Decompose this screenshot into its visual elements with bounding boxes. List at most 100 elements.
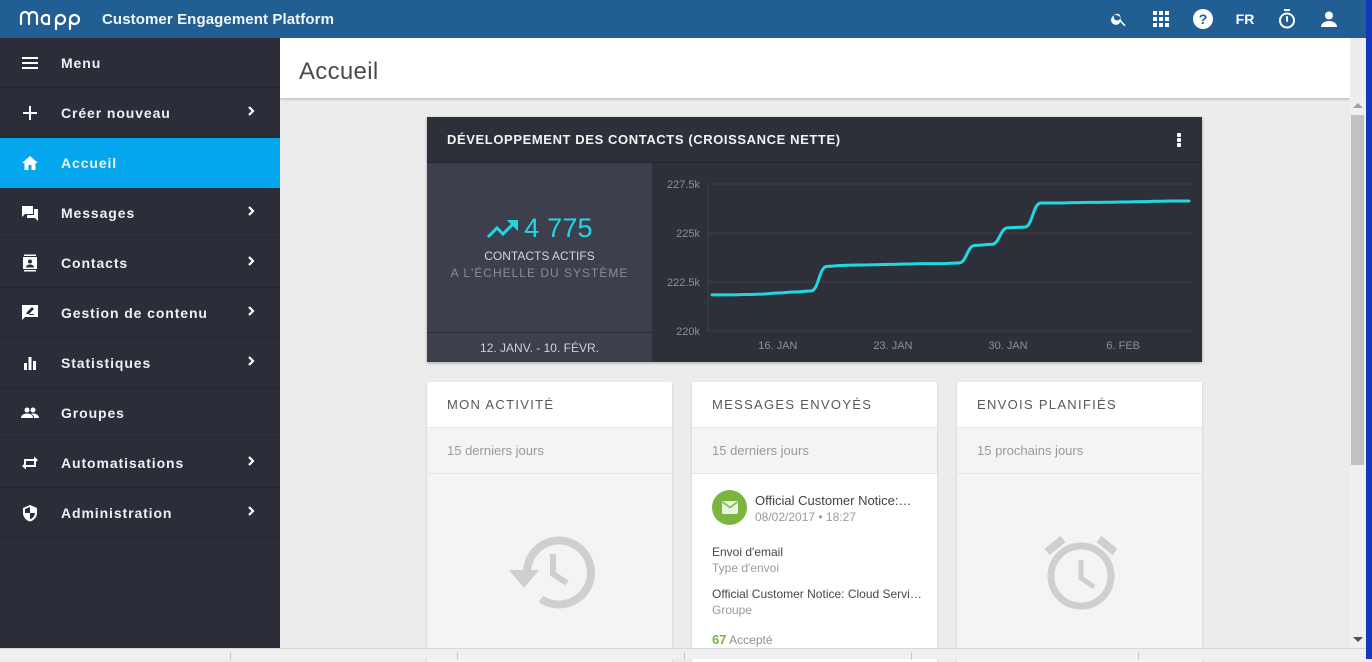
widget-menu-button[interactable] <box>1172 133 1186 149</box>
send-type-value: Envoi d'email <box>712 545 922 559</box>
sidebar-item-menu[interactable]: Menu <box>0 38 280 88</box>
sidebar-item-label: Groupes <box>61 405 125 421</box>
chevron-right-icon <box>244 504 258 518</box>
top-bar: Customer Engagement Platform ? FR <box>0 0 1366 38</box>
timer-button[interactable] <box>1266 0 1308 38</box>
series-line <box>712 201 1189 295</box>
sidebar-item-contacts[interactable]: Contacts <box>0 238 280 288</box>
chevron-right-icon <box>244 354 258 368</box>
card-body: Official Customer Notice: Cloud Service … <box>692 474 937 662</box>
net-growth-number: 4 775 <box>524 213 593 244</box>
account-button[interactable] <box>1308 0 1350 38</box>
app-title: Customer Engagement Platform <box>102 11 334 28</box>
y-tick-label: 220k <box>676 326 700 338</box>
email-icon <box>722 501 738 514</box>
chevron-right-icon <box>244 304 258 318</box>
scroll-down-arrow[interactable] <box>1353 637 1363 642</box>
card-body <box>427 474 672 662</box>
sidebar-item-label: Messages <box>61 205 135 221</box>
people-icon <box>21 404 39 422</box>
sidebar-item-label: Contacts <box>61 255 128 271</box>
chevron-right-icon <box>244 104 258 118</box>
contacts-development-widget: DÉVELOPPEMENT DES CONTACTS (CROISSANCE N… <box>427 117 1202 362</box>
y-tick-label: 227.5k <box>667 179 701 191</box>
sidebar-item-statistics[interactable]: Statistiques <box>0 338 280 388</box>
contacts-line-chart: 220k 222.5k 225k 227.5k 16. JAN 23. JAN 30. JA… <box>652 163 1202 362</box>
sent-messages-card: MESSAGES ENVOYÉS 15 derniers jours Offic… <box>692 382 937 662</box>
chevron-right-icon <box>244 454 258 468</box>
widget-header: DÉVELOPPEMENT DES CONTACTS (CROISSANCE N… <box>427 117 1202 163</box>
kpi-label-secondary: A L'ÉCHELLE DU SYSTÈME <box>427 266 652 280</box>
sidebar-item-automations[interactable]: Automatisations <box>0 438 280 488</box>
sidebar-item-label: Menu <box>61 55 101 71</box>
scheduled-sends-card: ENVOIS PLANIFIÉS 15 prochains jours <box>957 382 1202 662</box>
apps-grid-icon <box>1153 11 1169 27</box>
sidebar: Menu Créer nouveau Accueil Messages Cont… <box>0 38 280 659</box>
card-subtitle: 15 derniers jours <box>427 428 672 474</box>
home-icon <box>21 154 39 172</box>
scrollbar-thumb[interactable] <box>1351 115 1364 465</box>
hamburger-icon <box>21 54 39 72</box>
mapp-logo[interactable] <box>19 7 87 31</box>
sidebar-item-create-new[interactable]: Créer nouveau <box>0 88 280 138</box>
plus-icon <box>21 104 39 122</box>
search-icon <box>1110 10 1128 28</box>
message-date: 08/02/2017 • 18:27 <box>755 510 856 524</box>
apps-button[interactable] <box>1140 0 1182 38</box>
activity-card: MON ACTIVITÉ 15 derniers jours <box>427 382 672 662</box>
sidebar-item-content-management[interactable]: Gestion de contenu <box>0 288 280 338</box>
search-button[interactable] <box>1098 0 1140 38</box>
sidebar-item-label: Statistiques <box>61 355 151 371</box>
y-tick-label: 225k <box>676 228 700 240</box>
alarm-clock-icon <box>1037 532 1125 612</box>
sidebar-item-groups[interactable]: Groupes <box>0 388 280 438</box>
x-tick-label: 23. JAN <box>873 340 912 352</box>
card-title: MESSAGES ENVOYÉS <box>692 382 937 428</box>
card-title: ENVOIS PLANIFIÉS <box>957 382 1202 428</box>
language-switch[interactable]: FR <box>1224 0 1266 38</box>
help-icon: ? <box>1193 9 1213 29</box>
date-range: 12. JANV. - 10. FÉVR. <box>427 332 652 362</box>
bottom-edge <box>0 648 1366 659</box>
sidebar-item-administration[interactable]: Administration <box>0 488 280 538</box>
sidebar-item-home[interactable]: Accueil <box>0 138 280 188</box>
shield-icon <box>21 504 39 522</box>
message-avatar <box>712 490 747 525</box>
sidebar-item-label: Gestion de contenu <box>61 305 208 321</box>
chat-icon <box>21 204 39 222</box>
bar-chart-icon <box>21 354 39 372</box>
x-tick-label: 16. JAN <box>758 340 797 352</box>
net-growth-value: 4 775 <box>427 213 652 244</box>
message-title[interactable]: Official Customer Notice: Cloud Service <box>755 493 915 508</box>
contact-card-icon <box>21 254 39 272</box>
user-icon <box>1321 11 1337 27</box>
card-subtitle: 15 derniers jours <box>692 428 937 474</box>
group-value: Official Customer Notice: Cloud Service <box>712 587 922 601</box>
accepted-stat: 67 Accepté <box>712 632 773 647</box>
sidebar-item-label: Créer nouveau <box>61 105 171 121</box>
accepted-count: 67 <box>712 632 726 647</box>
chart-svg: 220k 222.5k 225k 227.5k 16. JAN 23. JAN 30. JA… <box>652 163 1202 362</box>
repeat-icon <box>21 454 39 472</box>
sidebar-item-messages[interactable]: Messages <box>0 188 280 238</box>
kpi-label-primary: CONTACTS ACTIFS <box>427 249 652 263</box>
accepted-label: Accepté <box>729 633 772 647</box>
x-tick-label: 6. FEB <box>1106 340 1140 352</box>
sidebar-item-label: Administration <box>61 505 172 521</box>
widget-title: DÉVELOPPEMENT DES CONTACTS (CROISSANCE N… <box>447 132 841 147</box>
help-button[interactable]: ? <box>1182 0 1224 38</box>
group-field: Official Customer Notice: Cloud Service … <box>712 587 922 617</box>
scroll-up-arrow[interactable] <box>1353 103 1363 108</box>
card-body <box>957 474 1202 662</box>
card-subtitle: 15 prochains jours <box>957 428 1202 474</box>
x-tick-label: 30. JAN <box>988 340 1027 352</box>
stopwatch-icon <box>1278 9 1296 29</box>
chevron-right-icon <box>244 204 258 218</box>
window-edge <box>1366 0 1372 659</box>
y-tick-label: 222.5k <box>667 277 701 289</box>
group-label: Groupe <box>712 603 922 617</box>
vertical-scrollbar[interactable] <box>1350 97 1366 648</box>
kpi-panel: 4 775 CONTACTS ACTIFS A L'ÉCHELLE DU SYS… <box>427 163 652 362</box>
page-title: Accueil <box>299 58 378 86</box>
page-header: Accueil <box>280 38 1350 98</box>
